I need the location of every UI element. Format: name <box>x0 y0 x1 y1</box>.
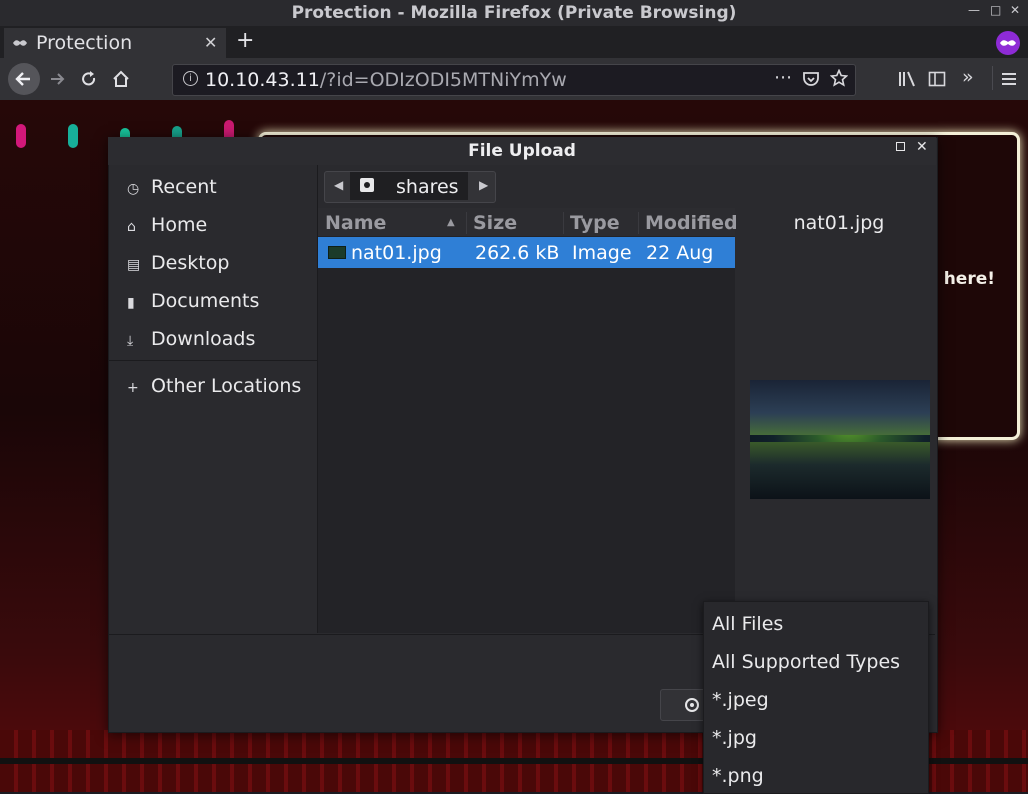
sidebar-divider <box>109 360 317 361</box>
sidebar-item-label: Downloads <box>151 328 256 350</box>
preview-sky <box>750 380 930 435</box>
path-back-arrow-icon[interactable]: ◀ <box>334 178 343 192</box>
minimize-icon[interactable]: — <box>968 3 980 17</box>
preview-image <box>750 380 930 499</box>
private-browsing-icon <box>996 31 1020 55</box>
sidebar-item-label: Home <box>151 214 208 236</box>
tab-protection[interactable]: Protection ✕ <box>4 28 226 58</box>
column-divider <box>563 212 564 234</box>
download-icon: ⤓ <box>127 333 134 349</box>
file-name: nat01.jpg <box>351 242 442 264</box>
light-bulb <box>16 124 26 148</box>
drive-icon <box>360 178 374 192</box>
sidebar-item-documents[interactable]: ▮ Documents <box>127 290 259 312</box>
url-path: /?id=ODIzODI5MTNiYmYw <box>319 69 567 91</box>
preview-filename: nat01.jpg <box>793 212 885 234</box>
column-header-type[interactable]: Type <box>570 212 620 234</box>
back-icon <box>15 72 30 86</box>
file-list <box>318 208 735 633</box>
file-size: 262.6 kB <box>475 242 560 264</box>
sidebar-item-home[interactable]: ⌂ Home <box>127 214 207 236</box>
column-header-modified[interactable]: Modified <box>645 212 738 234</box>
dialog-maximize-icon[interactable] <box>896 142 905 151</box>
incognito-mask-icon <box>13 40 27 46</box>
path-segment-shares[interactable]: shares <box>350 172 468 200</box>
home-icon[interactable] <box>112 70 130 88</box>
preview-reflection <box>750 442 930 499</box>
filter-option-jpeg[interactable]: *.jpeg <box>712 689 769 711</box>
sidebar-item-desktop[interactable]: ▤ Desktop <box>127 252 229 274</box>
sidebar-item-downloads[interactable]: ⤓ Downloads <box>127 328 255 350</box>
toolbar-divider <box>992 66 993 90</box>
filter-option-jpg[interactable]: *.jpg <box>712 727 757 749</box>
filter-option-all-files[interactable]: All Files <box>712 613 783 635</box>
sidebar-item-label: Documents <box>151 290 260 312</box>
close-window-icon[interactable]: ✕ <box>1010 3 1020 17</box>
column-header-name[interactable]: Name <box>325 212 386 234</box>
pocket-icon[interactable] <box>802 70 820 88</box>
sidebar-item-other-locations[interactable]: + Other Locations <box>127 375 301 397</box>
dialog-close-icon[interactable]: ✕ <box>916 139 928 155</box>
dialog-title: File Upload <box>468 141 576 161</box>
radio-icon <box>685 698 699 712</box>
filter-option-all-supported[interactable]: All Supported Types <box>712 651 900 673</box>
plus-icon: + <box>127 380 139 396</box>
column-header-size[interactable]: Size <box>473 212 517 234</box>
light-bulb <box>68 124 78 148</box>
new-tab-icon[interactable]: + <box>236 28 254 53</box>
forward-icon[interactable] <box>48 70 66 88</box>
bookmark-star-icon[interactable] <box>830 69 848 87</box>
url-host: 10.10.43.11 <box>205 69 320 91</box>
column-divider <box>638 212 639 234</box>
web-heading: t here! <box>929 269 995 289</box>
library-icon[interactable] <box>898 70 916 88</box>
sidebar-icon[interactable] <box>928 70 946 88</box>
info-icon[interactable]: i <box>183 71 198 86</box>
window-titlebar: Protection - Mozilla Firefox (Private Br… <box>0 0 1028 26</box>
desktop-icon: ▤ <box>127 257 141 273</box>
sidebar-item-label: Other Locations <box>151 375 302 397</box>
file-type: Image <box>572 242 632 264</box>
path-segment-label: shares <box>396 176 459 198</box>
dialog-titlebar: File Upload ✕ <box>108 137 936 165</box>
back-button[interactable] <box>8 63 40 95</box>
column-divider <box>466 212 467 234</box>
path-forward-arrow-icon[interactable]: ▶ <box>479 178 488 192</box>
menu-icon[interactable] <box>1000 70 1018 88</box>
close-tab-icon[interactable]: ✕ <box>204 33 217 52</box>
sidebar-item-label: Recent <box>151 176 217 198</box>
overflow-icon[interactable]: » <box>962 66 974 88</box>
maximize-icon[interactable]: □ <box>990 3 1001 17</box>
url-bar[interactable]: i 10.10.43.11/?id=ODIzODI5MTNiYmYw <box>172 64 856 96</box>
tab-label: Protection <box>36 32 133 54</box>
sidebar-item-label: Desktop <box>151 252 230 274</box>
more-icon[interactable]: ⋯ <box>774 67 792 88</box>
home-icon: ⌂ <box>127 219 136 235</box>
clock-icon: ◷ <box>127 181 140 197</box>
reload-icon[interactable] <box>80 70 98 88</box>
window-title: Protection - Mozilla Firefox (Private Br… <box>291 3 737 23</box>
file-modified: 22 Aug <box>646 242 714 264</box>
sidebar-item-recent[interactable]: ◷ Recent <box>127 176 217 198</box>
filter-option-png[interactable]: *.png <box>712 765 764 787</box>
image-file-icon <box>328 246 346 259</box>
document-icon: ▮ <box>127 295 135 311</box>
sort-ascending-icon: ▲ <box>447 217 455 228</box>
